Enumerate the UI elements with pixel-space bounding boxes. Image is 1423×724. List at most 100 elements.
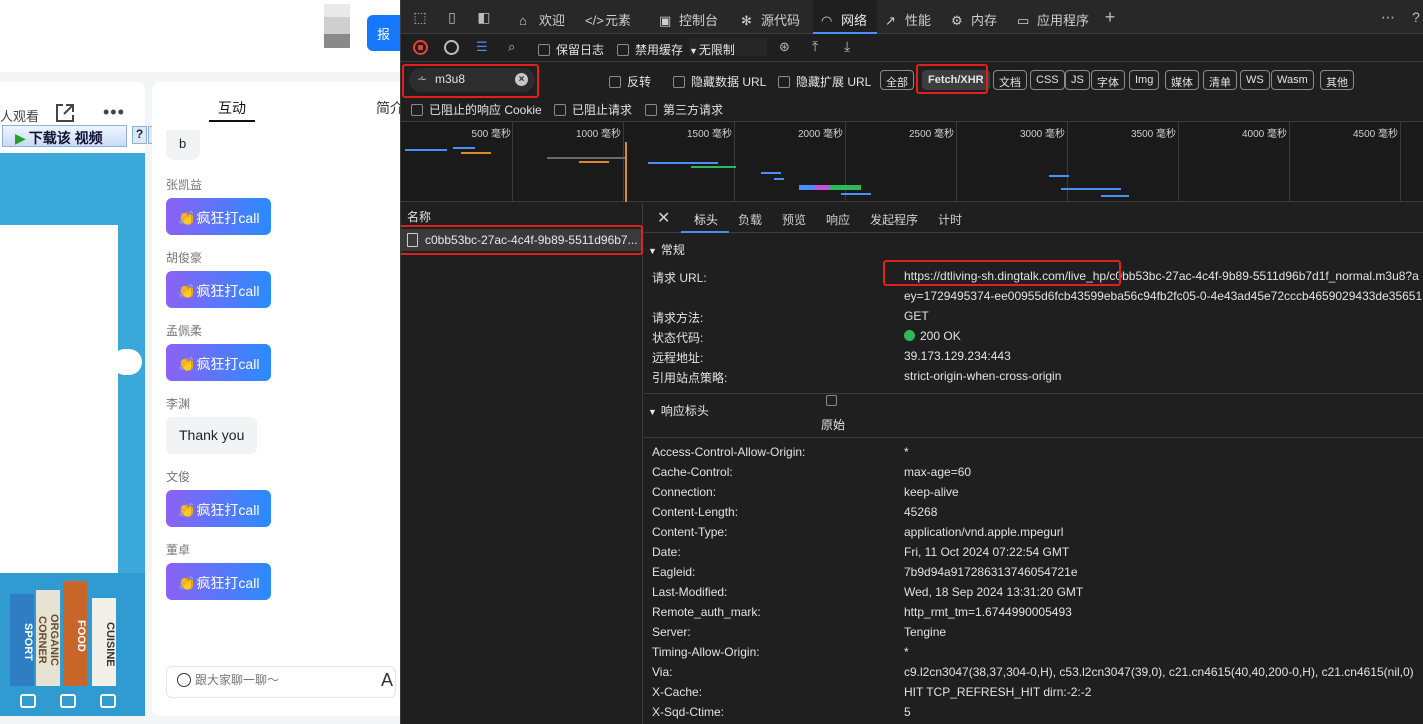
type-filter-fetch-xhr[interactable]: Fetch/XHR — [922, 70, 990, 90]
filter-input[interactable] — [435, 72, 505, 86]
inspect-icon[interactable]: ⬚ — [412, 9, 428, 25]
chat-bubble: 👏疯狂打call — [166, 344, 272, 381]
third-party-checkbox[interactable]: 第三方请求 — [645, 101, 723, 118]
tab-performance[interactable]: ↗ 性能 — [879, 0, 941, 34]
bug-icon: ✻ — [741, 13, 752, 28]
disable-cache-checkbox[interactable]: 禁用缓存 — [617, 41, 683, 58]
chat-bubble: 👏疯狂打call — [166, 271, 272, 308]
dock-icon[interactable]: ◧ — [476, 9, 492, 25]
request-row[interactable]: c0bb53bc-27ac-4c4f-9b89-5511d96b7... — [401, 229, 643, 251]
timeline-bar — [799, 185, 861, 190]
tab-sources[interactable]: ✻ 源代码 — [733, 0, 809, 34]
request-list: 名称 c0bb53bc-27ac-4c4f-9b89-5511d96b7... — [401, 203, 643, 724]
details-tabbar: ✕ 标头 负载 预览 响应 发起程序 计时 — [644, 203, 1423, 233]
search-icon[interactable]: ⌕ — [508, 39, 515, 55]
close-icon[interactable]: ✕ — [657, 208, 670, 228]
help-icon[interactable]: ? — [1408, 9, 1423, 25]
home-icon: ⌂ — [519, 13, 527, 28]
chat-input-box: A — [166, 666, 396, 698]
type-filter-other[interactable]: 其他 — [1320, 70, 1354, 90]
tab-intro[interactable]: 简介 — [376, 98, 400, 118]
clear-icon[interactable] — [444, 40, 459, 55]
download-help-button[interactable]: ? — [132, 126, 147, 144]
tab-console[interactable]: ▣ 控制台 — [651, 0, 727, 34]
chat-bubble: 👏疯狂打call — [166, 198, 272, 235]
tab-application[interactable]: ▭ 应用程序 — [1011, 0, 1097, 34]
video-rotate-icon[interactable] — [20, 694, 36, 708]
webpage: 报 人观看 ••• ▶下载该 视频 ? x SPORT ORGANIC CORN… — [0, 0, 400, 724]
tab-memory[interactable]: ⚙ 内存 — [945, 0, 1007, 34]
type-filter-wasm[interactable]: Wasm — [1271, 70, 1314, 90]
type-filter-font[interactable]: 字体 — [1091, 70, 1125, 90]
chat-bubble: 👏疯狂打call — [166, 490, 272, 527]
video-book: CUISINE — [92, 598, 116, 686]
chat-panel: 互动 简介 b 张凯益 👏疯狂打call 胡俊豪 👏疯狂打call 孟佩柔 👏疯… — [152, 82, 400, 716]
clear-filter-icon[interactable]: × — [515, 73, 528, 86]
type-filter-manifest[interactable]: 清单 — [1203, 70, 1237, 90]
device-toggle-icon[interactable]: ▯ — [444, 9, 460, 25]
tab-elements[interactable]: </>元素 — [577, 0, 649, 34]
tab-network[interactable]: ◠ 网络 — [813, 0, 877, 34]
wifi-icon: ◠ — [821, 13, 833, 28]
tab-timing[interactable]: 计时 — [938, 211, 962, 228]
request-details: ✕ 标头 负载 预览 响应 发起程序 计时 ▼ 常规 请求 URL: https:/… — [644, 203, 1423, 724]
export-har-icon[interactable]: ⤓ — [844, 38, 850, 55]
import-har-icon[interactable]: ⤒ — [812, 38, 818, 55]
request-url: https://dtliving-sh.dingtalk.com/live_hp… — [904, 269, 1419, 283]
tab-payload[interactable]: 负载 — [738, 211, 762, 228]
video-fullscreen-icon[interactable] — [100, 694, 116, 708]
tab-preview[interactable]: 预览 — [782, 211, 806, 228]
network-conditions-icon[interactable]: ⊛ — [779, 39, 790, 55]
network-overview[interactable]: 500 毫秒 1000 毫秒 1500 毫秒 2000 毫秒 2500 毫秒 3… — [401, 122, 1423, 202]
invert-checkbox[interactable]: 反转 — [609, 73, 651, 90]
video-pip-icon[interactable] — [60, 694, 76, 708]
type-filter-js[interactable]: JS — [1065, 70, 1090, 90]
blocked-cookie-checkbox[interactable]: 已阻止的响应 Cookie — [411, 101, 542, 118]
timeline-tick-label: 1000 毫秒 — [575, 129, 621, 140]
type-filter-img[interactable]: Img — [1129, 70, 1160, 90]
tab-response[interactable]: 响应 — [826, 211, 850, 228]
preserve-log-checkbox[interactable]: 保留日志 — [538, 41, 604, 58]
blocked-requests-checkbox[interactable]: 已阻止请求 — [554, 101, 632, 118]
app-icon: ▭ — [1017, 13, 1030, 28]
throttling-select[interactable]: ▼无限制 — [689, 38, 767, 57]
hide-data-url-checkbox[interactable]: 隐藏数据 URL — [673, 73, 766, 90]
tab-initiator[interactable]: 发起程序 — [870, 211, 918, 228]
record-stop-icon[interactable] — [413, 40, 428, 55]
type-filter-doc[interactable]: 文档 — [993, 70, 1027, 90]
more-icon[interactable]: ••• — [103, 102, 125, 123]
chat-sender: 张凯益 — [166, 178, 203, 192]
type-filter-ws[interactable]: WS — [1240, 70, 1270, 90]
chat-input[interactable] — [195, 673, 365, 687]
general-section-header[interactable]: ▼ 常规 — [648, 241, 685, 258]
timeline-bar — [648, 162, 718, 164]
hide-ext-url-checkbox[interactable]: 隐藏扩展 URL — [778, 73, 871, 90]
more-options-icon[interactable]: ⋯ — [1380, 9, 1396, 25]
emoji-icon[interactable] — [177, 673, 191, 687]
header-action-button[interactable]: 报 — [367, 15, 400, 51]
timeline-bar — [1061, 188, 1121, 190]
tab-welcome[interactable]: ⌂ 欢迎 — [511, 0, 573, 34]
video-player[interactable]: SPORT ORGANIC CORNER FOOD CUISINE — [0, 153, 145, 716]
type-filter-media[interactable]: 媒体 — [1165, 70, 1199, 90]
timeline-bar — [841, 193, 871, 195]
font-icon[interactable]: A — [381, 670, 393, 691]
timeline-bar — [461, 152, 491, 154]
add-tab-icon[interactable]: + — [1102, 8, 1118, 26]
type-filter-css[interactable]: CSS — [1030, 70, 1065, 90]
network-filter-bar: ⩪ × 反转 隐藏数据 URL 隐藏扩展 URL 全部 Fetch/XHR 文档… — [401, 62, 1423, 122]
type-filter-all[interactable]: 全部 — [880, 70, 914, 90]
video-book: FOOD — [63, 581, 87, 686]
tab-headers[interactable]: 标头 — [694, 211, 718, 228]
raw-checkbox[interactable] — [826, 395, 837, 406]
response-headers-header[interactable]: ▼ 响应标头 — [648, 402, 709, 419]
tab-interaction[interactable]: 互动 — [218, 98, 246, 118]
filter-toggle-icon[interactable]: ☰ — [476, 39, 488, 55]
avatar[interactable] — [324, 4, 350, 48]
clap-icon: 👏 — [178, 283, 196, 299]
share-icon[interactable] — [54, 102, 76, 124]
chat-sender: 文俊 — [166, 470, 191, 484]
devtools-tabbar: ⬚ ▯ ◧ ⌂ 欢迎 </>元素 ▣ 控制台 ✻ 源代码 ◠ 网络 ↗ 性能 ⚙ 内存 ▭ 应… — [401, 0, 1423, 34]
name-column-header[interactable]: 名称 — [407, 208, 431, 225]
download-video-button[interactable]: ▶ 下载该 视频 — [2, 125, 127, 147]
